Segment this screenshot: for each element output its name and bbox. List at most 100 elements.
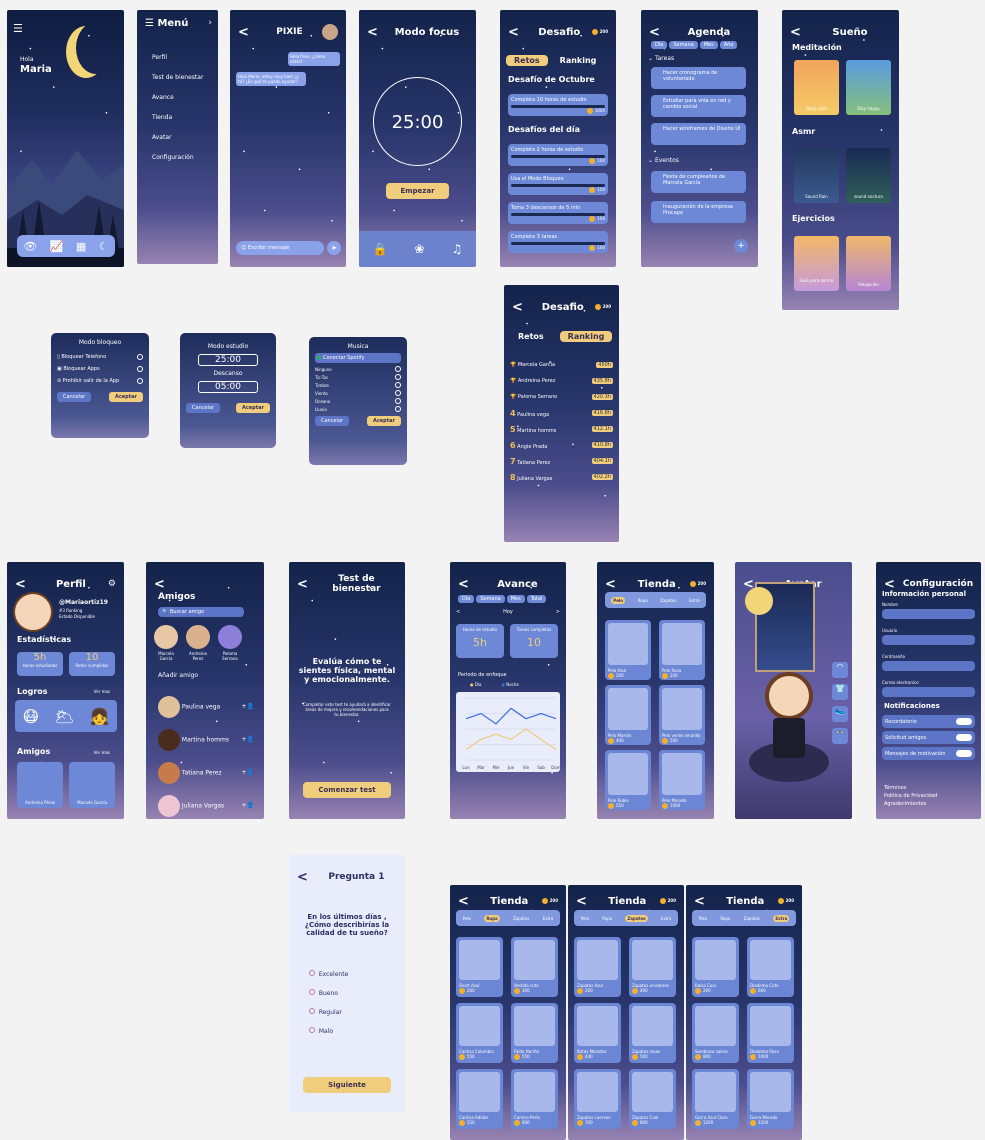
sound-option[interactable]: Tic-Tac [315, 374, 401, 380]
tab-ropa[interactable]: Ropa [602, 916, 612, 921]
tab-dia[interactable]: Día [458, 595, 475, 603]
next-icon[interactable]: > [556, 609, 560, 615]
link[interactable]: Términos [884, 784, 937, 792]
shop-item[interactable]: Balsa Cool 200 [692, 937, 739, 997]
shoe-icon[interactable]: 👟 [832, 706, 848, 722]
tab-retos[interactable]: Retos [506, 55, 548, 66]
hamburger-icon[interactable]: ☰ [13, 22, 23, 35]
accept-button[interactable]: Aceptar [108, 392, 143, 402]
event-item[interactable]: Fiesta de cumpleaños de Marcela García [651, 171, 746, 193]
toggle[interactable] [956, 734, 972, 741]
tab-semana[interactable]: Semana [476, 595, 505, 603]
sound-option[interactable]: Ninguno [315, 366, 401, 372]
friend-bubble[interactable]: Marcela García [152, 625, 180, 661]
shop-item[interactable]: Zapatos cuervos 700 [574, 1069, 621, 1129]
ver-mas-link[interactable]: Ver mas [94, 689, 110, 694]
tab-zapatos[interactable]: Zapatos [744, 916, 760, 921]
email-field[interactable] [882, 687, 975, 697]
answer-option[interactable]: Bueno [309, 984, 348, 1003]
tab-pelo[interactable]: Pelo [699, 916, 707, 921]
audio-card[interactable]: Sound Rain [794, 148, 839, 203]
lock-icon[interactable]: 🔒 [373, 242, 388, 256]
back-icon[interactable]: < [512, 300, 523, 315]
back-icon[interactable]: < [15, 577, 26, 592]
audio-card[interactable]: Stay happy [846, 60, 891, 115]
link[interactable]: Agradecimientos [884, 800, 937, 808]
usuario-field[interactable] [882, 635, 975, 645]
menu-item-config[interactable]: Configuración [152, 148, 203, 168]
tab-mes[interactable]: Mes [699, 41, 718, 49]
menu-item-avatar[interactable]: Avatar [152, 128, 203, 148]
spotify-button[interactable]: ● Conectar Spotify [315, 353, 401, 363]
shirt-icon[interactable]: 👕 [832, 684, 848, 700]
shop-item[interactable]: Botas Moradas 440 [574, 1003, 621, 1063]
back-icon[interactable]: < [458, 577, 469, 592]
lotus-icon[interactable]: ❀ [415, 242, 425, 256]
tab-ranking[interactable]: Ranking [552, 55, 605, 66]
chart-icon[interactable]: 📈 [50, 240, 64, 253]
back-icon[interactable]: < [297, 870, 308, 885]
menu-item-avance[interactable]: Avance [152, 88, 203, 108]
shop-item[interactable]: Short Azul 200 [456, 937, 503, 997]
add-user-icon[interactable]: +👤 [242, 703, 255, 710]
back-icon[interactable]: < [694, 894, 705, 909]
calendar-icon[interactable]: ▦ [76, 240, 86, 253]
tab-pelo[interactable]: Pelo [581, 916, 589, 921]
shop-item[interactable]: Camisa Adidas 550 [456, 1069, 503, 1129]
start-test-button[interactable]: Comenzar test [303, 782, 391, 798]
shop-item[interactable]: Camisa Perla 600 [511, 1069, 558, 1129]
message-input[interactable]: ☺ Escribir mensaje [236, 241, 324, 255]
password-field[interactable] [882, 661, 975, 671]
cancel-button[interactable]: Cancelar [315, 416, 350, 426]
task-item[interactable]: Hacer cronograma de voluntariado [651, 67, 746, 89]
shop-item[interactable]: Zapatos unisdores 400 [629, 937, 676, 997]
next-button[interactable]: Siguiente [303, 1077, 391, 1093]
accept-button[interactable]: Aceptar [235, 403, 270, 413]
tab-ropa[interactable]: Ropa [720, 916, 730, 921]
add-icon[interactable]: + [734, 239, 748, 253]
ver-mas-link[interactable]: Ver mas [94, 750, 110, 755]
sound-option[interactable]: Oceano [315, 398, 401, 404]
toggle[interactable] [956, 750, 972, 757]
cancel-button[interactable]: Cancelar [57, 392, 92, 402]
event-item[interactable]: Inauguración de la empresa Procapa [651, 201, 746, 223]
gear-icon[interactable]: ⚙ [108, 579, 116, 589]
tab-dia[interactable]: Día [651, 41, 668, 49]
cancel-button[interactable]: Cancelar [186, 403, 221, 413]
shop-item[interactable]: Pelo Rubio 550 [605, 750, 651, 810]
back-icon[interactable]: < [458, 894, 469, 909]
shop-item[interactable]: Falda Nariño 550 [511, 1003, 558, 1063]
accept-button[interactable]: Aceptar [366, 416, 401, 426]
send-icon[interactable]: ➤ [327, 241, 341, 255]
back-icon[interactable]: < [154, 577, 165, 592]
back-icon[interactable]: < [790, 25, 801, 40]
menu-item-tienda[interactable]: Tienda [152, 108, 203, 128]
friend-bubble[interactable]: Andreina Perez [184, 625, 212, 661]
eye-icon[interactable]: 👁 [23, 240, 37, 253]
audio-card[interactable]: sound noctura [846, 148, 891, 203]
tab-ropa[interactable]: Ropa [638, 598, 648, 603]
shop-item[interactable]: Zapatos Azul 200 [574, 937, 621, 997]
tab-zapatos[interactable]: Zapatos [660, 598, 676, 603]
tab-pelo[interactable]: Pelo [611, 596, 626, 604]
back-icon[interactable]: < [508, 25, 519, 40]
tab-ano[interactable]: Año [719, 41, 738, 49]
tab-total[interactable]: Total [526, 595, 547, 603]
nombre-field[interactable] [882, 609, 975, 619]
shop-item[interactable]: Diadema Cute 600 [747, 937, 794, 997]
bloqueo-option[interactable]: ▯ Bloquear Telefono [57, 354, 143, 360]
sound-option[interactable]: Lluvia [315, 406, 401, 412]
shop-item[interactable]: Pelo verde amarillo 500 [659, 685, 705, 745]
answer-option[interactable]: Regular [309, 1003, 348, 1022]
shop-item[interactable]: Pelo Azul 200 [605, 620, 651, 680]
shop-item[interactable]: Gorra Azul Claro 1200 [692, 1069, 739, 1129]
tab-extra[interactable]: Extra [773, 914, 790, 922]
moon-nav-icon[interactable]: ☾ [99, 240, 109, 253]
toggle[interactable] [956, 718, 972, 725]
audio-card[interactable]: Daily calm [794, 60, 839, 115]
answer-option[interactable]: Malo [309, 1022, 348, 1041]
shop-item[interactable]: Pelo Rosa 200 [659, 620, 705, 680]
friend-bubble[interactable]: Paloma Serrano [216, 625, 244, 661]
music-icon[interactable]: ♫ [452, 242, 463, 256]
menu-item-perfil[interactable]: Perfil [152, 48, 203, 68]
